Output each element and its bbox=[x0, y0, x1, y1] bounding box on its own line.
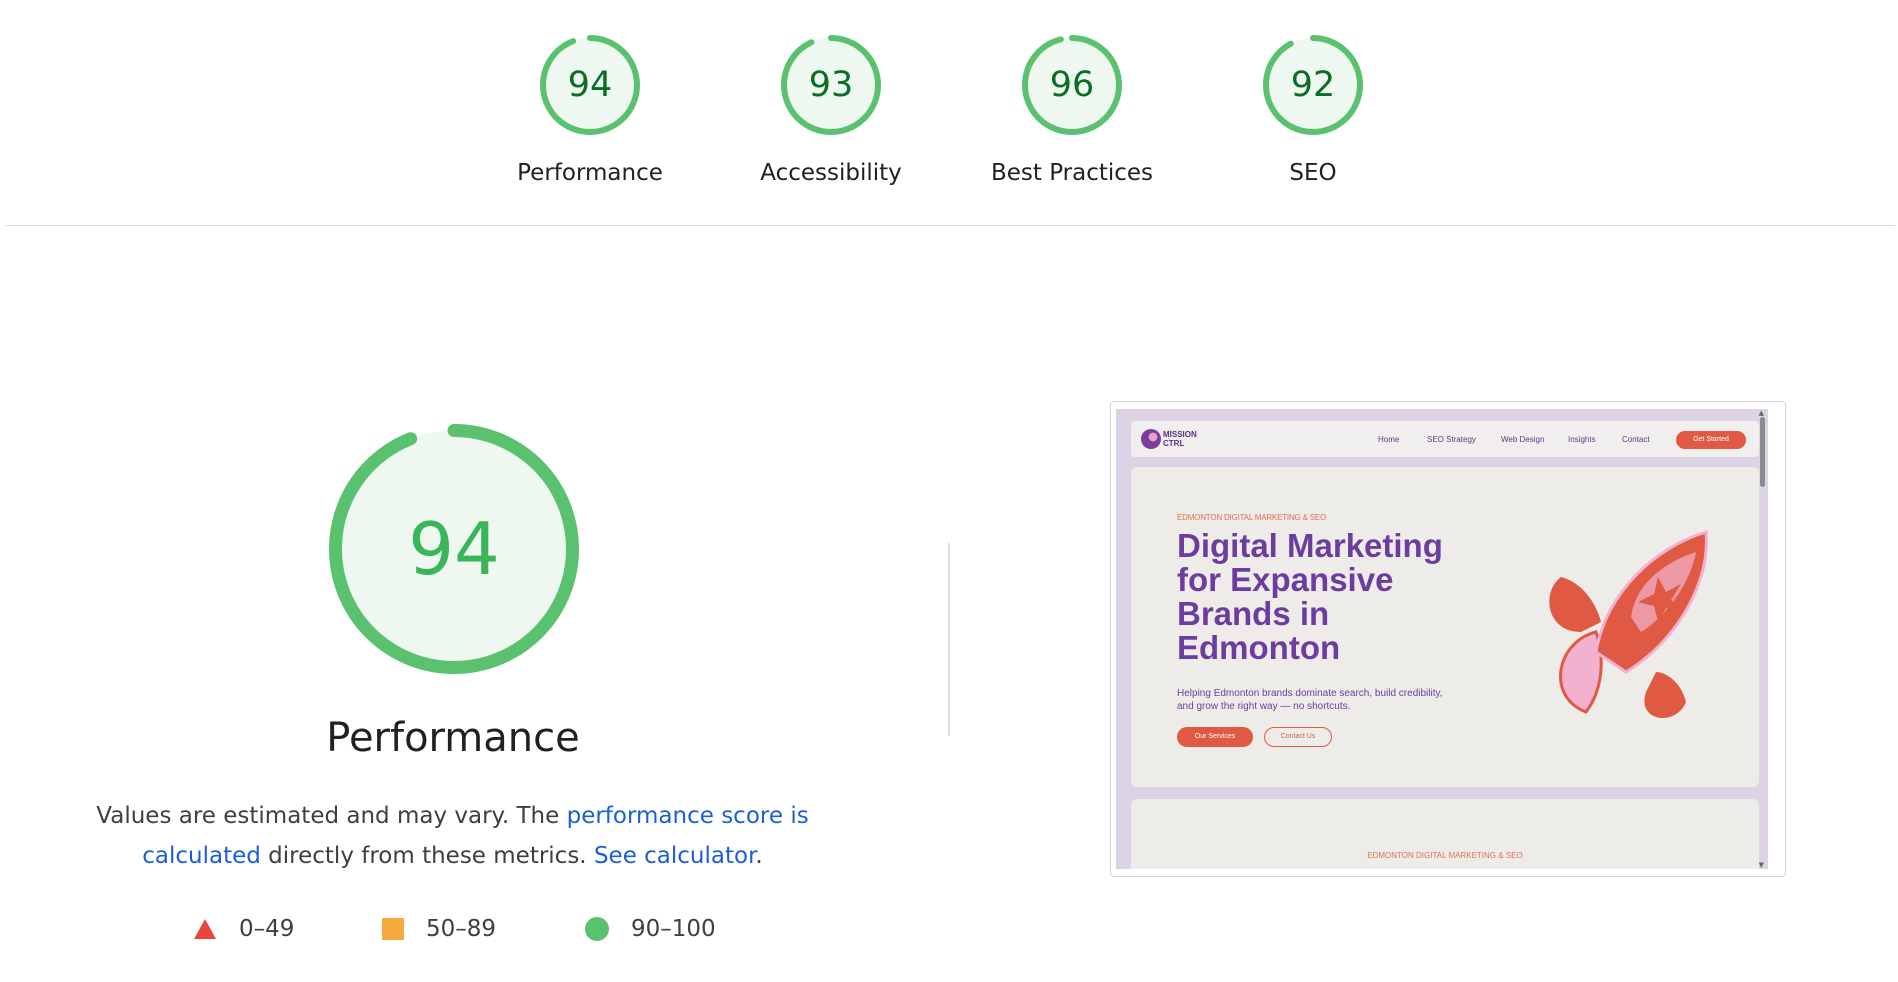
divider bbox=[5, 225, 1895, 226]
scroll-up-icon: ▲ bbox=[1758, 409, 1764, 417]
gauge-best-practices[interactable]: 96 bbox=[1022, 35, 1122, 135]
legend-fail: 0–49 bbox=[193, 913, 294, 945]
logo-icon bbox=[1141, 429, 1161, 449]
nav-home: Home bbox=[1378, 435, 1400, 444]
nav-seo-strategy: SEO Strategy bbox=[1427, 435, 1476, 444]
screenshot-frame: ▲ ▼ MISSION CTRL Home SEO Strategy Web D… bbox=[1116, 409, 1768, 869]
gauge-label-seo: SEO bbox=[1289, 160, 1337, 186]
nav-web-design: Web Design bbox=[1501, 435, 1545, 444]
nav-insights: Insights bbox=[1568, 435, 1596, 444]
gauge-score: 94 bbox=[567, 65, 613, 105]
rocket-icon bbox=[1549, 530, 1708, 719]
scrollbar-thumb bbox=[1760, 417, 1765, 487]
scroll-down-icon: ▼ bbox=[1758, 861, 1764, 869]
legend-range: 90–100 bbox=[631, 916, 716, 942]
performance-description: Values are estimated and may vary. The p… bbox=[80, 796, 825, 876]
desc-text: Values are estimated and may vary. The bbox=[96, 803, 567, 829]
site-navbar: MISSION CTRL Home SEO Strategy Web Desig… bbox=[1131, 421, 1759, 457]
square-icon bbox=[382, 918, 404, 940]
gauge-label-performance: Performance bbox=[517, 160, 663, 186]
legend-average: 50–89 bbox=[382, 913, 496, 945]
hero-title: Digital Marketing for Expansive Brands i… bbox=[1177, 527, 1443, 666]
next-section: EDMONTON DIGITAL MARKETING & SEO bbox=[1131, 799, 1759, 869]
hero-section: EDMONTON DIGITAL MARKETING & SEO Digital… bbox=[1131, 467, 1759, 787]
vertical-divider bbox=[948, 543, 950, 736]
final-screenshot[interactable]: ▲ ▼ MISSION CTRL Home SEO Strategy Web D… bbox=[1110, 401, 1786, 877]
desc-text: directly from these metrics. bbox=[260, 843, 594, 869]
hero-subtitle: Helping Edmonton brands dominate search,… bbox=[1177, 688, 1443, 712]
site-logo: MISSION CTRL bbox=[1163, 430, 1197, 448]
triangle-icon bbox=[194, 919, 216, 939]
gauge-score: 93 bbox=[808, 65, 854, 105]
gauge-seo[interactable]: 92 bbox=[1263, 35, 1363, 135]
hero-eyebrow: EDMONTON DIGITAL MARKETING & SEO bbox=[1177, 513, 1327, 522]
performance-score: 94 bbox=[408, 507, 500, 591]
legend-pass: 90–100 bbox=[585, 913, 716, 945]
performance-title: Performance bbox=[326, 715, 580, 761]
section-eyebrow: EDMONTON DIGITAL MARKETING & SEO bbox=[1367, 851, 1523, 860]
see-calculator-link[interactable]: See calculator bbox=[594, 843, 755, 869]
gauge-score: 96 bbox=[1049, 65, 1095, 105]
legend-range: 50–89 bbox=[426, 916, 497, 942]
nav-contact: Contact bbox=[1622, 435, 1650, 444]
desc-text: . bbox=[755, 843, 763, 869]
circle-icon bbox=[585, 917, 609, 941]
performance-gauge-large: 94 bbox=[329, 424, 579, 674]
our-services-button: Our Services bbox=[1177, 727, 1253, 747]
gauge-accessibility[interactable]: 93 bbox=[781, 35, 881, 135]
contact-us-button: Contact Us bbox=[1264, 727, 1332, 747]
gauge-label-accessibility: Accessibility bbox=[760, 160, 902, 186]
get-started-button: Get Started bbox=[1676, 431, 1746, 449]
logo-line: CTRL bbox=[1163, 439, 1185, 448]
gauge-performance[interactable]: 94 bbox=[540, 35, 640, 135]
legend-range: 0–49 bbox=[239, 916, 295, 942]
logo-line: MISSION bbox=[1163, 430, 1197, 439]
gauge-score: 92 bbox=[1290, 65, 1336, 105]
gauge-label-best-practices: Best Practices bbox=[990, 160, 1154, 186]
